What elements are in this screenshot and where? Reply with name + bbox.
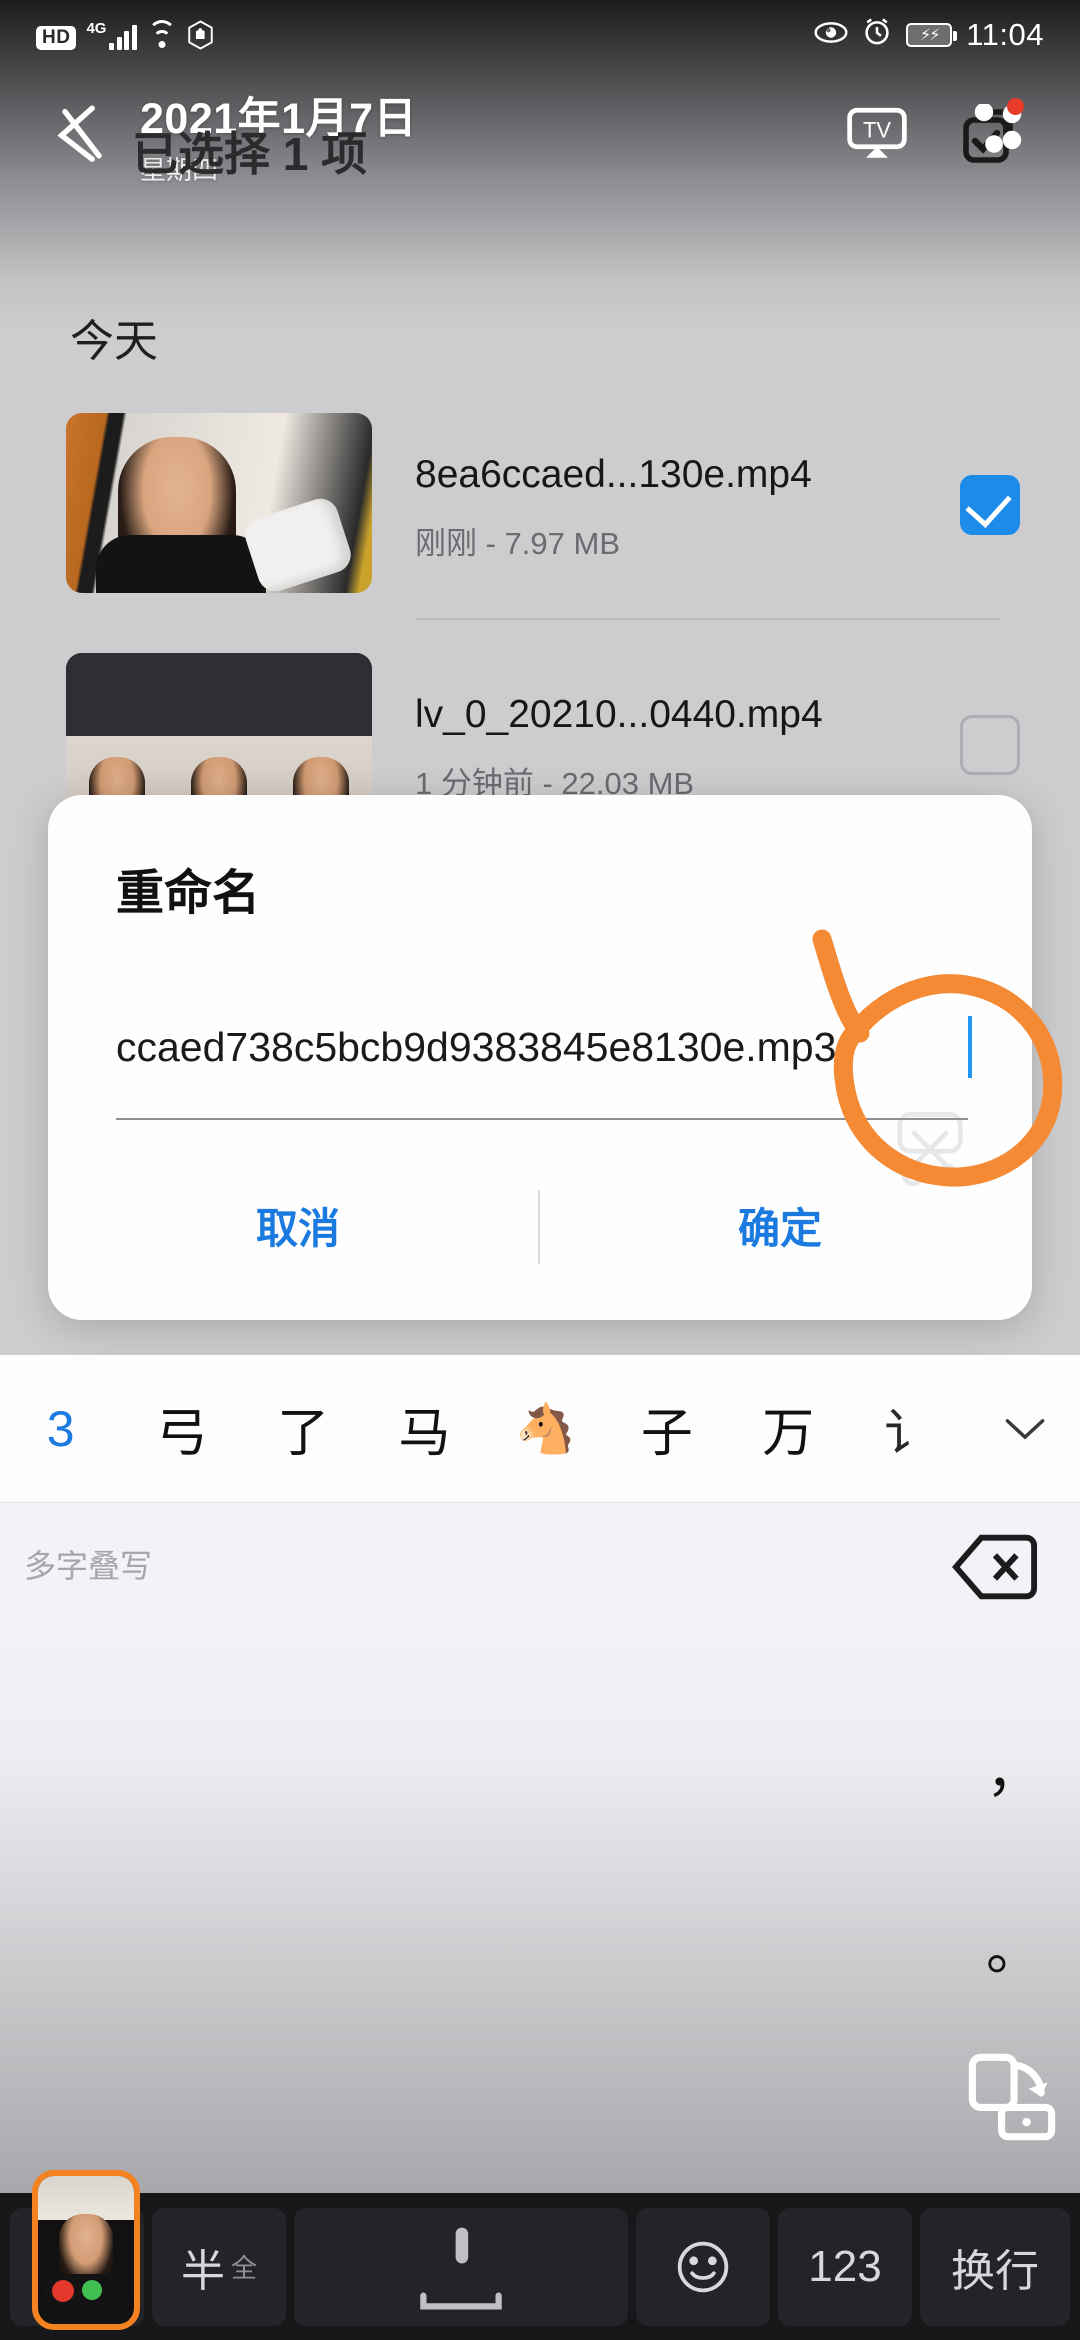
scissors-icon xyxy=(886,1110,974,1188)
candidate-item[interactable]: 子 xyxy=(606,1391,727,1466)
emoji-key[interactable] xyxy=(636,2207,770,2326)
notification-dot-badge xyxy=(1007,98,1024,115)
candidate-item[interactable]: 弓 xyxy=(121,1391,242,1466)
dialog-title: 重命名 xyxy=(116,867,261,920)
keyboard-bottom-row: 中 英 半 全 123 换行 xyxy=(0,2193,1080,2340)
handwriting-canvas[interactable]: ， 。 ！ 00:47 01 xyxy=(0,1633,1080,2340)
section-header-today: 今天 xyxy=(70,317,158,366)
candidate-item[interactable]: 3 xyxy=(0,1400,121,1458)
filename-input-wrapper[interactable] xyxy=(116,1010,972,1187)
row-checkbox-unchecked[interactable] xyxy=(960,715,1020,775)
eye-comfort-icon xyxy=(814,18,848,52)
alarm-clock-icon xyxy=(862,16,892,54)
selection-count-title: 已选择 1 项 xyxy=(132,128,368,180)
wifi-icon xyxy=(147,20,177,50)
status-bar-right: ⚡⚡ 11:04 xyxy=(814,16,1044,54)
punctuation-period-key[interactable]: 。 xyxy=(984,1905,1044,1986)
floating-video-window[interactable] xyxy=(32,2170,140,2330)
hd-icon: HD xyxy=(36,26,77,50)
file-name: 8ea6ccaed...130e.mp4 xyxy=(415,453,812,496)
chevron-down-icon[interactable] xyxy=(970,1404,1080,1454)
video-thumbnail[interactable] xyxy=(66,413,372,593)
file-name: lv_0_20210...0440.mp4 xyxy=(415,693,823,736)
dialog-button-separator xyxy=(538,1190,540,1264)
microphone-icon xyxy=(396,2224,526,2310)
candidate-item[interactable]: 了 xyxy=(243,1391,364,1466)
file-meta: 刚刚 - 7.97 MB xyxy=(415,526,620,561)
back-arrow-icon[interactable] xyxy=(48,98,116,166)
signal-bars-icon: 4G xyxy=(86,21,137,50)
row-checkbox-checked[interactable] xyxy=(960,475,1020,535)
status-bar-clock: 11:04 xyxy=(966,17,1044,52)
handwriting-hint-label: 多字叠写 xyxy=(24,1548,153,1584)
svg-text:TV: TV xyxy=(863,118,891,143)
numeric-key[interactable]: 123 xyxy=(778,2207,912,2326)
space-key[interactable] xyxy=(294,2207,628,2326)
status-bar: HD 4G ⚡⚡ 11:04 xyxy=(0,0,1080,70)
status-bar-left: HD 4G xyxy=(36,20,214,50)
candidate-item[interactable]: 万 xyxy=(728,1391,849,1466)
confirm-button[interactable]: 确定 xyxy=(580,1193,980,1265)
enter-key[interactable]: 换行 xyxy=(920,2207,1070,2326)
backspace-icon[interactable] xyxy=(952,1533,1038,1601)
width-toggle-key[interactable]: 半 全 xyxy=(152,2207,286,2326)
candidate-item-emoji[interactable]: 🐴 xyxy=(485,1400,606,1457)
input-underline xyxy=(116,1118,968,1120)
tv-cast-icon[interactable]: TV xyxy=(846,106,908,162)
candidate-bar: 3 弓 了 马 🐴 子 万 讠 xyxy=(0,1355,1080,1503)
candidate-item[interactable]: 讠 xyxy=(849,1393,970,1465)
text-cursor xyxy=(968,1016,972,1078)
table-row[interactable]: 8ea6ccaed...130e.mp4 刚刚 - 7.97 MB xyxy=(0,413,1080,628)
candidate-item[interactable]: 马 xyxy=(364,1391,485,1466)
action-bar: 2021年1月7日 星期四 已选择 1 项 TV xyxy=(0,70,1080,200)
cancel-button[interactable]: 取消 xyxy=(98,1193,498,1265)
handwriting-keyboard: 3 弓 了 马 🐴 子 万 讠 多字叠写 ， 。 半 全 123 换行 xyxy=(0,1355,1080,2340)
screen-rotate-icon[interactable] xyxy=(964,2053,1060,2141)
filename-input[interactable] xyxy=(116,1010,968,1084)
handwriting-hint-row: 多字叠写 xyxy=(0,1503,1080,1633)
do-not-disturb-hand-icon xyxy=(187,20,214,50)
row-divider xyxy=(415,618,1000,620)
rename-dialog: 重命名 取消 确定 xyxy=(48,795,1032,1320)
punctuation-comma-key[interactable]: ， xyxy=(984,1727,1044,1808)
battery-charging-icon: ⚡⚡ xyxy=(906,23,958,47)
